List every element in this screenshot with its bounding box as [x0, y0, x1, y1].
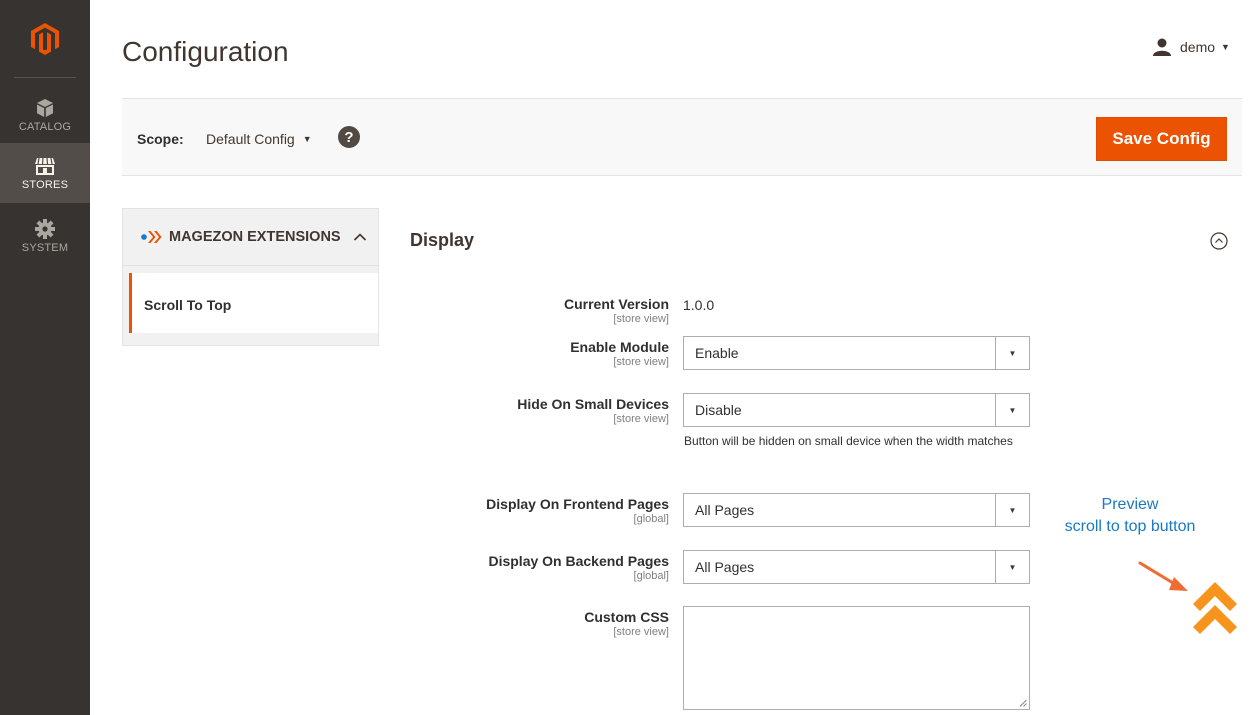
field-scope: [store view] — [613, 626, 669, 638]
field-scope: [store view] — [613, 356, 669, 368]
field-scope: [store view] — [613, 413, 669, 425]
preview-annotation: Preview scroll to top button — [1040, 494, 1220, 538]
tab-group-label: MAGEZON EXTENSIONS — [169, 229, 341, 245]
scope-value: Default Config — [206, 131, 295, 147]
field-label: Current Version [store view] — [564, 296, 669, 325]
current-version-value: 1.0.0 — [683, 297, 715, 313]
enable-module-select[interactable]: Enable ▼ — [683, 336, 1030, 370]
page-title: Configuration — [122, 36, 289, 67]
nav-item-stores[interactable]: STORES — [0, 143, 90, 203]
nav-item-system[interactable]: SYSTEM — [0, 206, 90, 266]
scope-label: Scope: — [137, 131, 184, 147]
nav-label-catalog: CATALOG — [18, 121, 72, 133]
box-icon — [34, 97, 56, 119]
user-account-menu[interactable]: demo ▼ — [1152, 38, 1230, 56]
gear-icon — [34, 218, 56, 240]
save-config-button[interactable]: Save Config — [1096, 117, 1227, 161]
custom-css-textarea[interactable] — [683, 606, 1030, 710]
field-scope: [store view] — [613, 313, 669, 325]
field-label: Enable Module [store view] — [570, 339, 669, 368]
field-label: Custom CSS [store view] — [584, 609, 669, 638]
field-scope: [global] — [633, 513, 669, 525]
magento-logo[interactable] — [0, 0, 90, 77]
section-title: Display — [410, 230, 475, 250]
collapse-section-icon[interactable] — [1210, 232, 1228, 250]
field-note: Button will be hidden on small device wh… — [684, 434, 1013, 448]
frontend-pages-select[interactable]: All Pages ▼ — [683, 493, 1030, 527]
magento-logo-icon — [31, 22, 59, 55]
scope-switcher[interactable]: Default Config ▼ — [206, 131, 312, 147]
chevron-down-icon: ▼ — [1221, 42, 1230, 52]
scroll-to-top-button-icon[interactable] — [1190, 578, 1240, 636]
admin-sidebar: CATALOG STORES SYSTEM — [0, 0, 90, 715]
field-label: Display On Backend Pages [global] — [488, 553, 669, 582]
select-value: Enable — [695, 345, 739, 361]
field-label-text: Custom CSS — [584, 609, 669, 625]
tab-group-header[interactable]: MAGEZON EXTENSIONS — [123, 209, 378, 266]
resize-handle-icon[interactable] — [1019, 699, 1027, 707]
select-value: Disable — [695, 402, 742, 418]
nav-item-catalog[interactable]: CATALOG — [0, 85, 90, 145]
chevron-down-icon: ▼ — [995, 337, 1029, 369]
field-label: Hide On Small Devices [store view] — [517, 396, 669, 425]
magezon-logo-icon — [141, 228, 163, 246]
preview-annotation-line2: scroll to top button — [1064, 518, 1196, 535]
logo-divider — [14, 77, 76, 78]
scope-bar: Scope: Default Config ▼ ? Save Config — [122, 98, 1242, 176]
chevron-up-icon — [353, 230, 367, 244]
field-scope: [global] — [633, 570, 669, 582]
config-tabs-panel: MAGEZON EXTENSIONS Scroll To Top — [122, 208, 379, 346]
field-label-text: Display On Backend Pages — [488, 553, 669, 569]
field-label: Display On Frontend Pages [global] — [486, 496, 669, 525]
user-icon — [1153, 38, 1171, 56]
select-value: All Pages — [695, 559, 755, 575]
annotation-arrow-icon — [1138, 561, 1188, 591]
preview-annotation-line1: Preview — [1101, 496, 1159, 513]
hide-on-small-devices-select[interactable]: Disable ▼ — [683, 393, 1030, 427]
chevron-down-icon: ▼ — [995, 494, 1029, 526]
nav-label-system: SYSTEM — [21, 242, 69, 254]
tab-scroll-to-top[interactable]: Scroll To Top — [129, 273, 378, 333]
chevron-down-icon: ▼ — [302, 134, 312, 144]
help-icon[interactable]: ? — [338, 126, 360, 148]
field-label-text: Current Version — [563, 296, 669, 312]
field-label-text: Enable Module — [570, 339, 669, 355]
select-value: All Pages — [695, 502, 755, 518]
user-name: demo — [1180, 39, 1216, 55]
chevron-down-icon: ▼ — [995, 394, 1029, 426]
field-label-text: Display On Frontend Pages — [486, 496, 669, 512]
chevron-down-icon: ▼ — [995, 551, 1029, 583]
storefront-icon — [34, 155, 56, 177]
field-label-text: Hide On Small Devices — [517, 396, 669, 412]
backend-pages-select[interactable]: All Pages ▼ — [683, 550, 1030, 584]
nav-label-stores: STORES — [21, 179, 69, 191]
